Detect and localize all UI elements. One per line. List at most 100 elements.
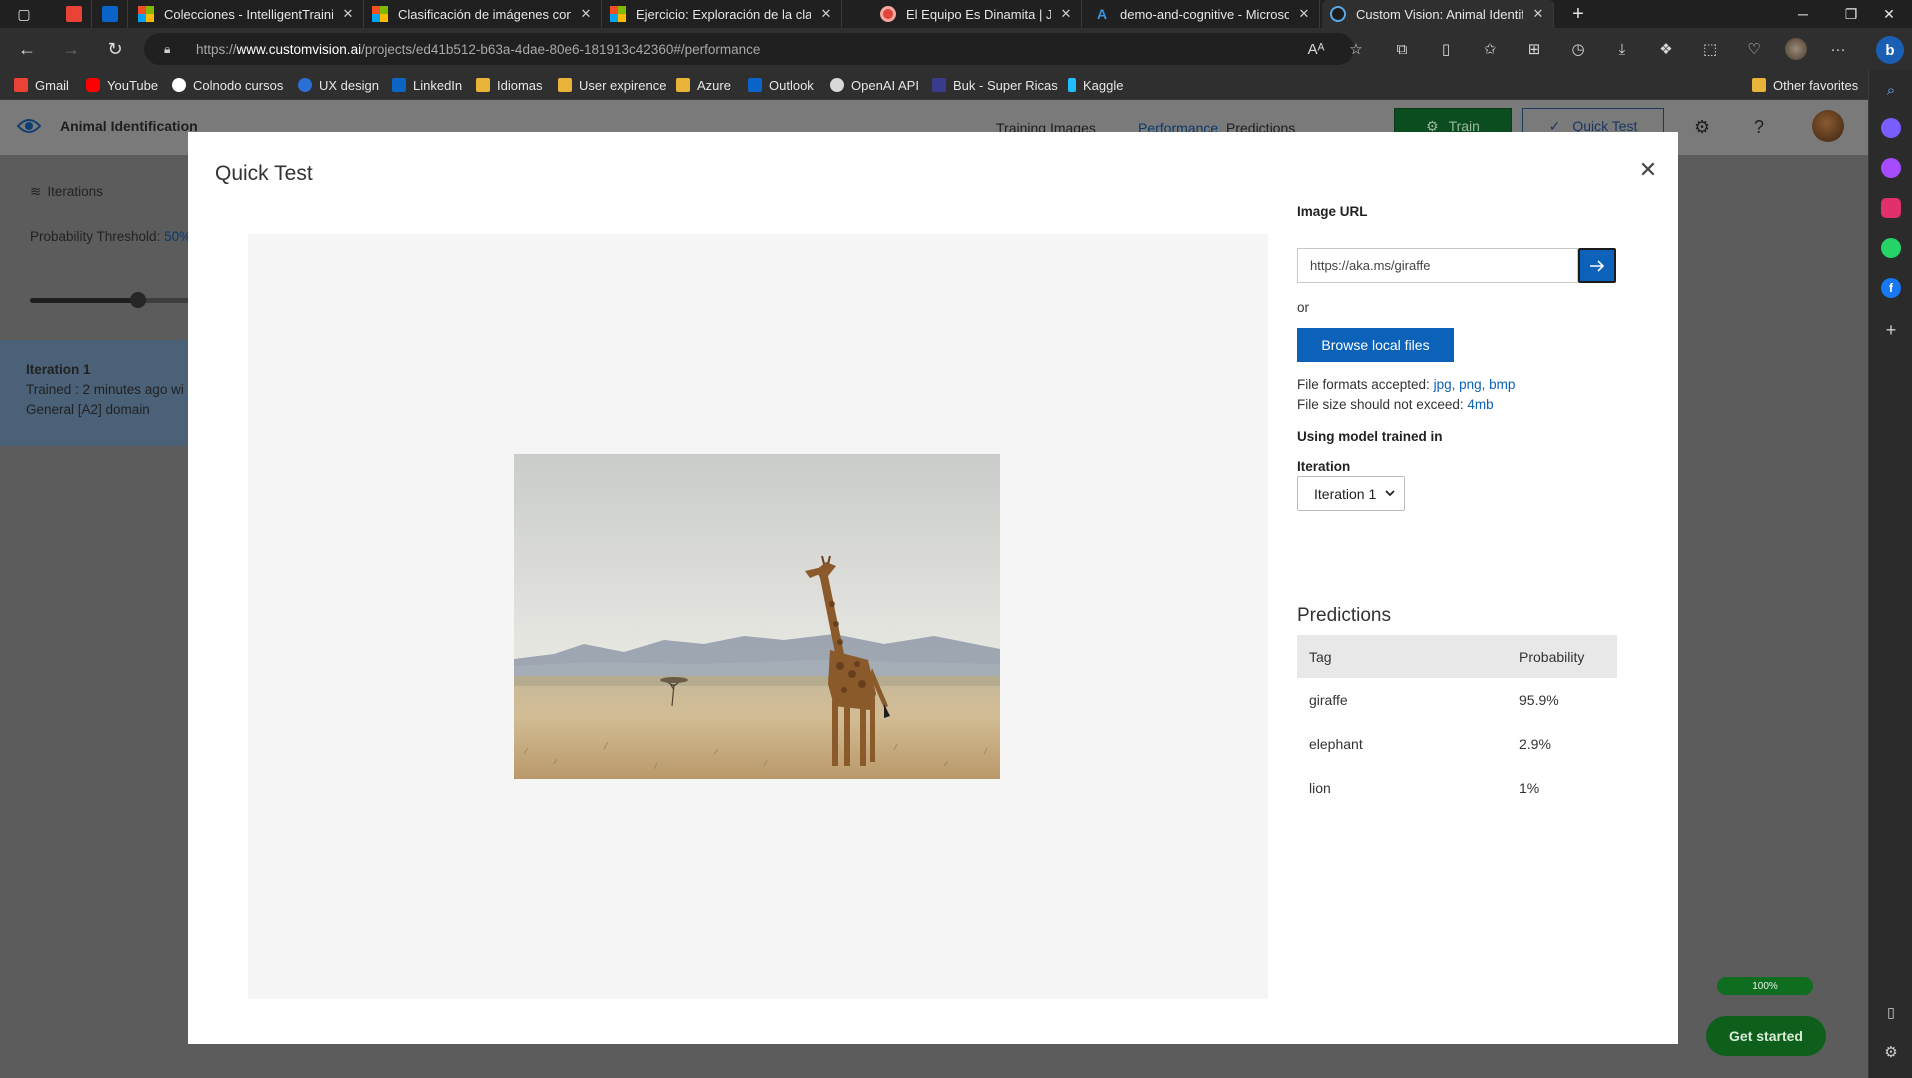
prediction-probability: 2.9% — [1519, 736, 1551, 752]
settings-more-icon[interactable]: ··· — [1816, 41, 1860, 58]
close-tab-icon[interactable]: ✕ — [1297, 6, 1311, 22]
favorite-star-icon[interactable]: ☆ — [1336, 40, 1376, 58]
threshold-slider-track[interactable] — [30, 298, 190, 303]
predictions-table-header: Tag Probability — [1297, 635, 1617, 678]
bookmark-user-expirence[interactable]: User expirence — [558, 76, 666, 94]
split-screen-icon[interactable]: ▯ — [1424, 40, 1468, 58]
tab-actions-icon[interactable]: ▢ — [6, 0, 42, 28]
performance-icon[interactable]: ❖ — [1644, 40, 1688, 58]
tab-ejercicio[interactable]: Ejercicio: Exploración de la clasifi ✕ — [602, 0, 842, 28]
read-aloud-icon[interactable]: Aᴬ — [1296, 41, 1336, 58]
close-dialog-icon[interactable]: ✕ — [1636, 157, 1660, 182]
new-tab-icon[interactable]: + — [1558, 0, 1598, 28]
hide-sidebar-icon[interactable]: ▯ — [1881, 1002, 1901, 1022]
sidebar-settings-icon[interactable]: ⚙ — [1881, 1042, 1901, 1062]
tab-custom-vision[interactable]: Custom Vision: Animal Identificati ✕ — [1322, 0, 1554, 28]
search-icon[interactable]: ⌕ — [1881, 80, 1901, 100]
extensions-icon[interactable]: ⧉ — [1380, 41, 1424, 58]
iteration-select-label: Iteration — [1297, 459, 1351, 474]
help-icon[interactable]: ? — [1754, 117, 1764, 138]
close-tab-icon[interactable]: ✕ — [579, 6, 593, 22]
microsoft-logo-icon — [610, 6, 626, 22]
outlook-icon — [748, 78, 762, 92]
user-avatar[interactable] — [1812, 110, 1844, 142]
browse-local-files-button[interactable]: Browse local files — [1297, 328, 1454, 362]
table-row: elephant 2.9% — [1297, 722, 1617, 766]
tab-outlook-pinned[interactable] — [92, 0, 128, 28]
facebook-icon[interactable]: f — [1881, 278, 1901, 298]
bookmark-buk[interactable]: Buk - Super Ricas — [932, 76, 1058, 94]
close-tab-icon[interactable]: ✕ — [819, 6, 833, 22]
bookmark-colnodo[interactable]: Colnodo cursos — [172, 76, 283, 94]
close-window-icon[interactable]: ✕ — [1866, 0, 1912, 28]
file-size-value: 4mb — [1467, 397, 1494, 412]
bookmark-youtube[interactable]: YouTube — [86, 76, 158, 94]
bookmark-label: Buk - Super Ricas — [953, 77, 1058, 93]
bookmark-label: Gmail — [35, 77, 69, 93]
tab-colecciones[interactable]: Colecciones - IntelligentTraining ✕ — [130, 0, 364, 28]
downloads-icon[interactable]: ⤓ — [1600, 41, 1644, 58]
history-icon[interactable]: ◷ — [1556, 40, 1600, 58]
browser-toolbar: ⧉ ▯ ✩ ⊞ ◷ ⤓ ❖ ⬚ ♡ ··· — [1380, 36, 1860, 62]
tab-label: Custom Vision: Animal Identificati — [1356, 6, 1523, 22]
minimize-icon[interactable]: ─ — [1780, 0, 1826, 28]
whatsapp-icon[interactable] — [1881, 238, 1901, 258]
bookmark-label: Colnodo cursos — [193, 77, 284, 93]
tab-azure-portal[interactable]: A demo-and-cognitive - Microsoft ✕ — [1086, 0, 1320, 28]
collections-icon[interactable]: ⊞ — [1512, 40, 1556, 58]
tab-label: Clasificación de imágenes con el — [398, 6, 571, 22]
settings-gear-icon[interactable]: ⚙ — [1694, 117, 1710, 138]
iteration-card[interactable]: Iteration 1 Trained : 2 minutes ago wi G… — [0, 340, 190, 446]
bookmark-ux-design[interactable]: UX design — [298, 76, 379, 94]
layers-icon: ≋ — [30, 184, 42, 199]
threshold-slider-knob[interactable] — [130, 292, 146, 308]
bing-copilot-icon[interactable]: b — [1876, 36, 1904, 64]
close-tab-icon[interactable]: ✕ — [1059, 6, 1073, 22]
bookmark-linkedin[interactable]: LinkedIn — [392, 76, 462, 94]
close-tab-icon[interactable]: ✕ — [341, 6, 355, 22]
back-icon[interactable]: ← — [12, 34, 42, 64]
prediction-probability: 1% — [1519, 780, 1540, 796]
forward-icon[interactable]: → — [56, 34, 86, 64]
predictions-table: Tag Probability giraffe 95.9% elephant 2… — [1297, 635, 1617, 810]
address-bar-actions: Aᴬ ☆ — [1296, 36, 1376, 62]
favorites-icon[interactable]: ✩ — [1468, 40, 1512, 58]
copilot-icon[interactable] — [1881, 118, 1901, 138]
profile-avatar[interactable] — [1776, 38, 1816, 60]
table-row: giraffe 95.9% — [1297, 678, 1617, 722]
bookmark-kaggle[interactable]: Kaggle — [1068, 76, 1123, 94]
iteration-select[interactable]: Iteration 1 — [1297, 476, 1405, 511]
quick-test-dialog: Quick Test ✕ Image URL https://aka.ms/gi… — [188, 132, 1678, 1044]
messenger-icon[interactable] — [1881, 158, 1901, 178]
lock-icon: 🔒︎ — [164, 41, 171, 56]
threshold-slider-fill — [30, 298, 138, 303]
image-preview-area — [248, 234, 1268, 999]
prediction-tag: giraffe — [1309, 692, 1348, 708]
add-sidebar-app-icon[interactable]: + — [1881, 320, 1901, 340]
tab-jitsi[interactable]: El Equipo Es Dinamita | Jitsi ✕ — [872, 0, 1082, 28]
close-tab-icon[interactable]: ✕ — [1531, 6, 1545, 22]
bookmark-label: Outlook — [769, 77, 814, 93]
image-url-input[interactable] — [1297, 248, 1578, 283]
bookmark-idiomas[interactable]: Idiomas — [476, 76, 543, 94]
bookmark-openai-api[interactable]: OpenAI API — [830, 76, 919, 94]
gmail-icon — [66, 6, 82, 22]
bookmark-outlook[interactable]: Outlook — [748, 76, 814, 94]
table-row: lion 1% — [1297, 766, 1617, 810]
giraffe-photo — [514, 454, 1000, 779]
get-started-button[interactable]: Get started — [1706, 1016, 1826, 1056]
url-field[interactable]: 🔒︎ https://www.customvision.ai/projects/… — [144, 33, 1354, 65]
youtube-icon — [86, 78, 100, 92]
bookmark-gmail[interactable]: Gmail — [14, 76, 69, 94]
refresh-icon[interactable]: ↻ — [100, 34, 130, 64]
screenshot-icon[interactable]: ⬚ — [1688, 40, 1732, 58]
submit-url-button[interactable] — [1578, 248, 1616, 283]
tab-gmail-pinned[interactable] — [56, 0, 92, 28]
recording-icon — [880, 6, 896, 22]
instagram-icon[interactable] — [1881, 198, 1901, 218]
tab-clasificacion[interactable]: Clasificación de imágenes con el ✕ — [364, 0, 602, 28]
bookmark-azure[interactable]: Azure — [676, 76, 731, 94]
other-favorites[interactable]: Other favorites — [1752, 76, 1858, 94]
browser-essentials-icon[interactable]: ♡ — [1732, 40, 1776, 58]
bookmark-label: OpenAI API — [851, 77, 919, 93]
